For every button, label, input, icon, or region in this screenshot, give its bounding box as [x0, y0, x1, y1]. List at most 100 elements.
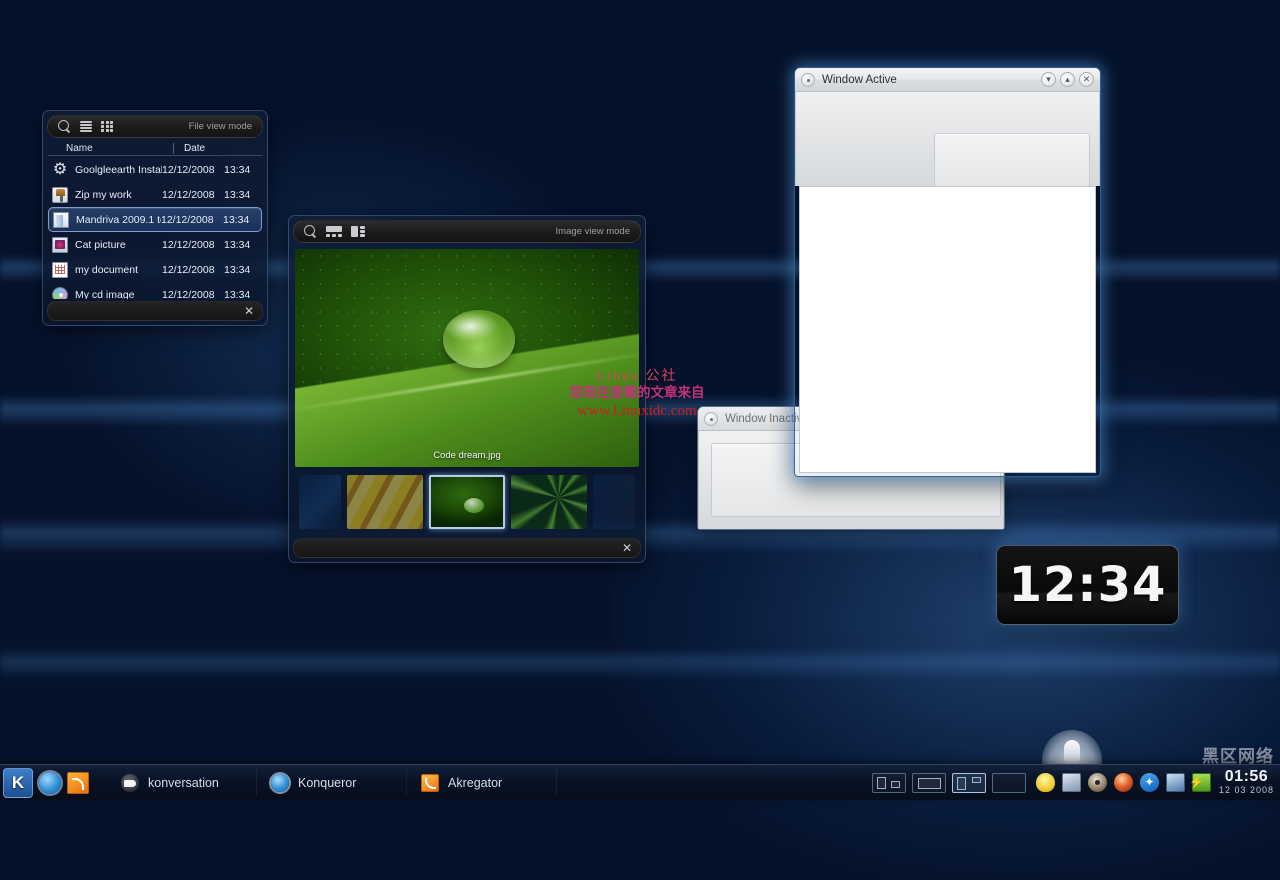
file-list-item[interactable]: Cat picture 12/12/2008 13:34 [48, 232, 262, 257]
thumbnail-item[interactable] [347, 475, 423, 529]
launcher-konqueror[interactable] [39, 772, 61, 794]
window-menu-icon[interactable] [801, 73, 815, 87]
window-canvas[interactable] [799, 186, 1096, 473]
thumbnail-item[interactable] [511, 475, 587, 529]
akregator-icon [421, 774, 439, 792]
file-time: 13:34 [224, 289, 258, 300]
konqueror-icon [271, 774, 289, 792]
file-date: 12/12/2008 [162, 164, 224, 176]
task-button-konversation[interactable]: konversation [107, 769, 257, 797]
thumbnail-item-selected[interactable] [429, 475, 505, 529]
virtual-desktop-2[interactable] [912, 773, 946, 793]
file-browser-widget[interactable]: File view mode Name Date Goolgleearth In… [42, 110, 268, 326]
file-name: Mandriva 2009.1 torrent [76, 214, 161, 226]
file-time: 13:34 [224, 189, 258, 201]
pager-window [972, 777, 981, 783]
search-icon[interactable] [304, 225, 317, 238]
file-view-mode-label: File view mode [189, 121, 252, 132]
bluetooth-icon[interactable]: ✦ [1140, 773, 1159, 792]
archive-icon [52, 187, 68, 203]
maximize-button[interactable]: ▴ [1060, 72, 1075, 87]
active-content-panel [934, 133, 1090, 187]
close-icon[interactable]: ✕ [622, 542, 632, 554]
file-date: 12/12/2008 [162, 264, 224, 276]
minimize-button[interactable]: ▾ [1041, 72, 1056, 87]
file-time: 13:34 [224, 239, 258, 251]
window-controls: ▾ ▴ ✕ [1041, 72, 1094, 87]
file-date: 12/12/2008 [162, 239, 224, 251]
spreadsheet-icon [52, 262, 68, 278]
thumbnail-item[interactable] [593, 475, 635, 529]
list-view-icon[interactable] [80, 121, 92, 132]
task-label: Konqueror [298, 776, 356, 790]
thumbnail-strip[interactable] [295, 472, 639, 532]
close-icon[interactable]: ✕ [244, 305, 254, 317]
kmenu-button[interactable]: K [3, 768, 33, 798]
virtual-desktop-1[interactable] [872, 773, 906, 793]
virtual-desktop-4[interactable] [992, 773, 1026, 793]
picture-icon [52, 237, 68, 253]
file-list-item[interactable]: My cd image 12/12/2008 13:34 [48, 282, 262, 299]
virtual-desktop-3[interactable] [952, 773, 986, 793]
file-time: 13:34 [224, 164, 258, 176]
file-date: 12/12/2008 [162, 189, 224, 201]
file-name: My cd image [75, 289, 162, 300]
thumbnail-item[interactable] [299, 475, 341, 529]
virtual-desktop-pager[interactable] [872, 773, 1026, 793]
gear-icon [52, 162, 68, 178]
display-icon[interactable] [1166, 773, 1185, 792]
panel-clock-date: 12 03 2008 [1219, 786, 1274, 795]
desktop-clock-widget[interactable]: 12:34 [996, 545, 1179, 625]
image-viewer-footer: ✕ [293, 538, 641, 558]
file-time: 13:34 [223, 214, 257, 226]
konversation-icon [121, 774, 139, 792]
water-droplet [443, 310, 515, 368]
file-list-header: Name Date [48, 141, 262, 156]
file-browser-toolbar: File view mode [47, 115, 263, 138]
search-icon[interactable] [58, 120, 71, 133]
disc-icon[interactable] [1088, 773, 1107, 792]
task-button-konqueror[interactable]: Konqueror [257, 769, 407, 797]
image-viewer-widget[interactable]: Image view mode Code dream.jpg ✕ [288, 215, 646, 563]
file-browser-footer: ✕ [47, 301, 263, 321]
panel-clock[interactable]: 01:56 12 03 2008 [1219, 769, 1274, 795]
file-date: 12/12/2008 [161, 214, 223, 226]
file-date: 12/12/2008 [162, 289, 224, 300]
file-list-item[interactable]: Goolgleearth Instaler 12/12/2008 13:34 [48, 157, 262, 182]
window-active[interactable]: Window Active ▾ ▴ ✕ [795, 68, 1100, 476]
file-list-item[interactable]: my document 12/12/2008 13:34 [48, 257, 262, 282]
image-view-mode-label: Image view mode [556, 226, 630, 237]
pager-window [957, 777, 966, 790]
window-menu-icon[interactable] [704, 412, 718, 426]
amarok-icon[interactable] [1114, 773, 1133, 792]
taskbar-panel[interactable]: K konversation Konqueror Akregator [0, 764, 1280, 800]
task-button-akregator[interactable]: Akregator [407, 769, 557, 797]
file-list-item[interactable]: Zip my work 12/12/2008 13:34 [48, 182, 262, 207]
close-button[interactable]: ✕ [1079, 72, 1094, 87]
split-view-icon[interactable] [351, 226, 365, 237]
panel-clock-time: 01:56 [1219, 769, 1274, 786]
file-name: Cat picture [75, 239, 162, 251]
pager-window [877, 777, 886, 789]
lightbulb-icon[interactable] [1036, 773, 1055, 792]
image-preview[interactable]: Code dream.jpg [295, 249, 639, 467]
window-toolbar-area [795, 92, 1100, 186]
column-header-name[interactable]: Name [48, 143, 173, 154]
launcher-akregator[interactable] [67, 772, 89, 794]
task-list[interactable]: konversation Konqueror Akregator [107, 769, 872, 797]
file-time: 13:34 [224, 264, 258, 276]
filmstrip-view-icon[interactable] [326, 226, 342, 237]
battery-icon[interactable] [1192, 773, 1211, 792]
audio-cd-icon [52, 287, 68, 300]
column-header-date[interactable]: Date [174, 143, 205, 154]
task-label: Akregator [448, 776, 502, 790]
task-label: konversation [148, 776, 219, 790]
file-list-item-selected[interactable]: Mandriva 2009.1 torrent 12/12/2008 13:34 [48, 207, 262, 232]
klipper-icon[interactable] [1062, 773, 1081, 792]
file-list[interactable]: Goolgleearth Instaler 12/12/2008 13:34 Z… [48, 157, 262, 299]
grid-view-icon[interactable] [101, 121, 113, 132]
titlebar-active[interactable]: Window Active ▾ ▴ ✕ [795, 68, 1100, 92]
file-name: my document [75, 264, 162, 276]
system-tray[interactable]: ✦ [1036, 773, 1211, 792]
image-caption: Code dream.jpg [295, 450, 639, 461]
